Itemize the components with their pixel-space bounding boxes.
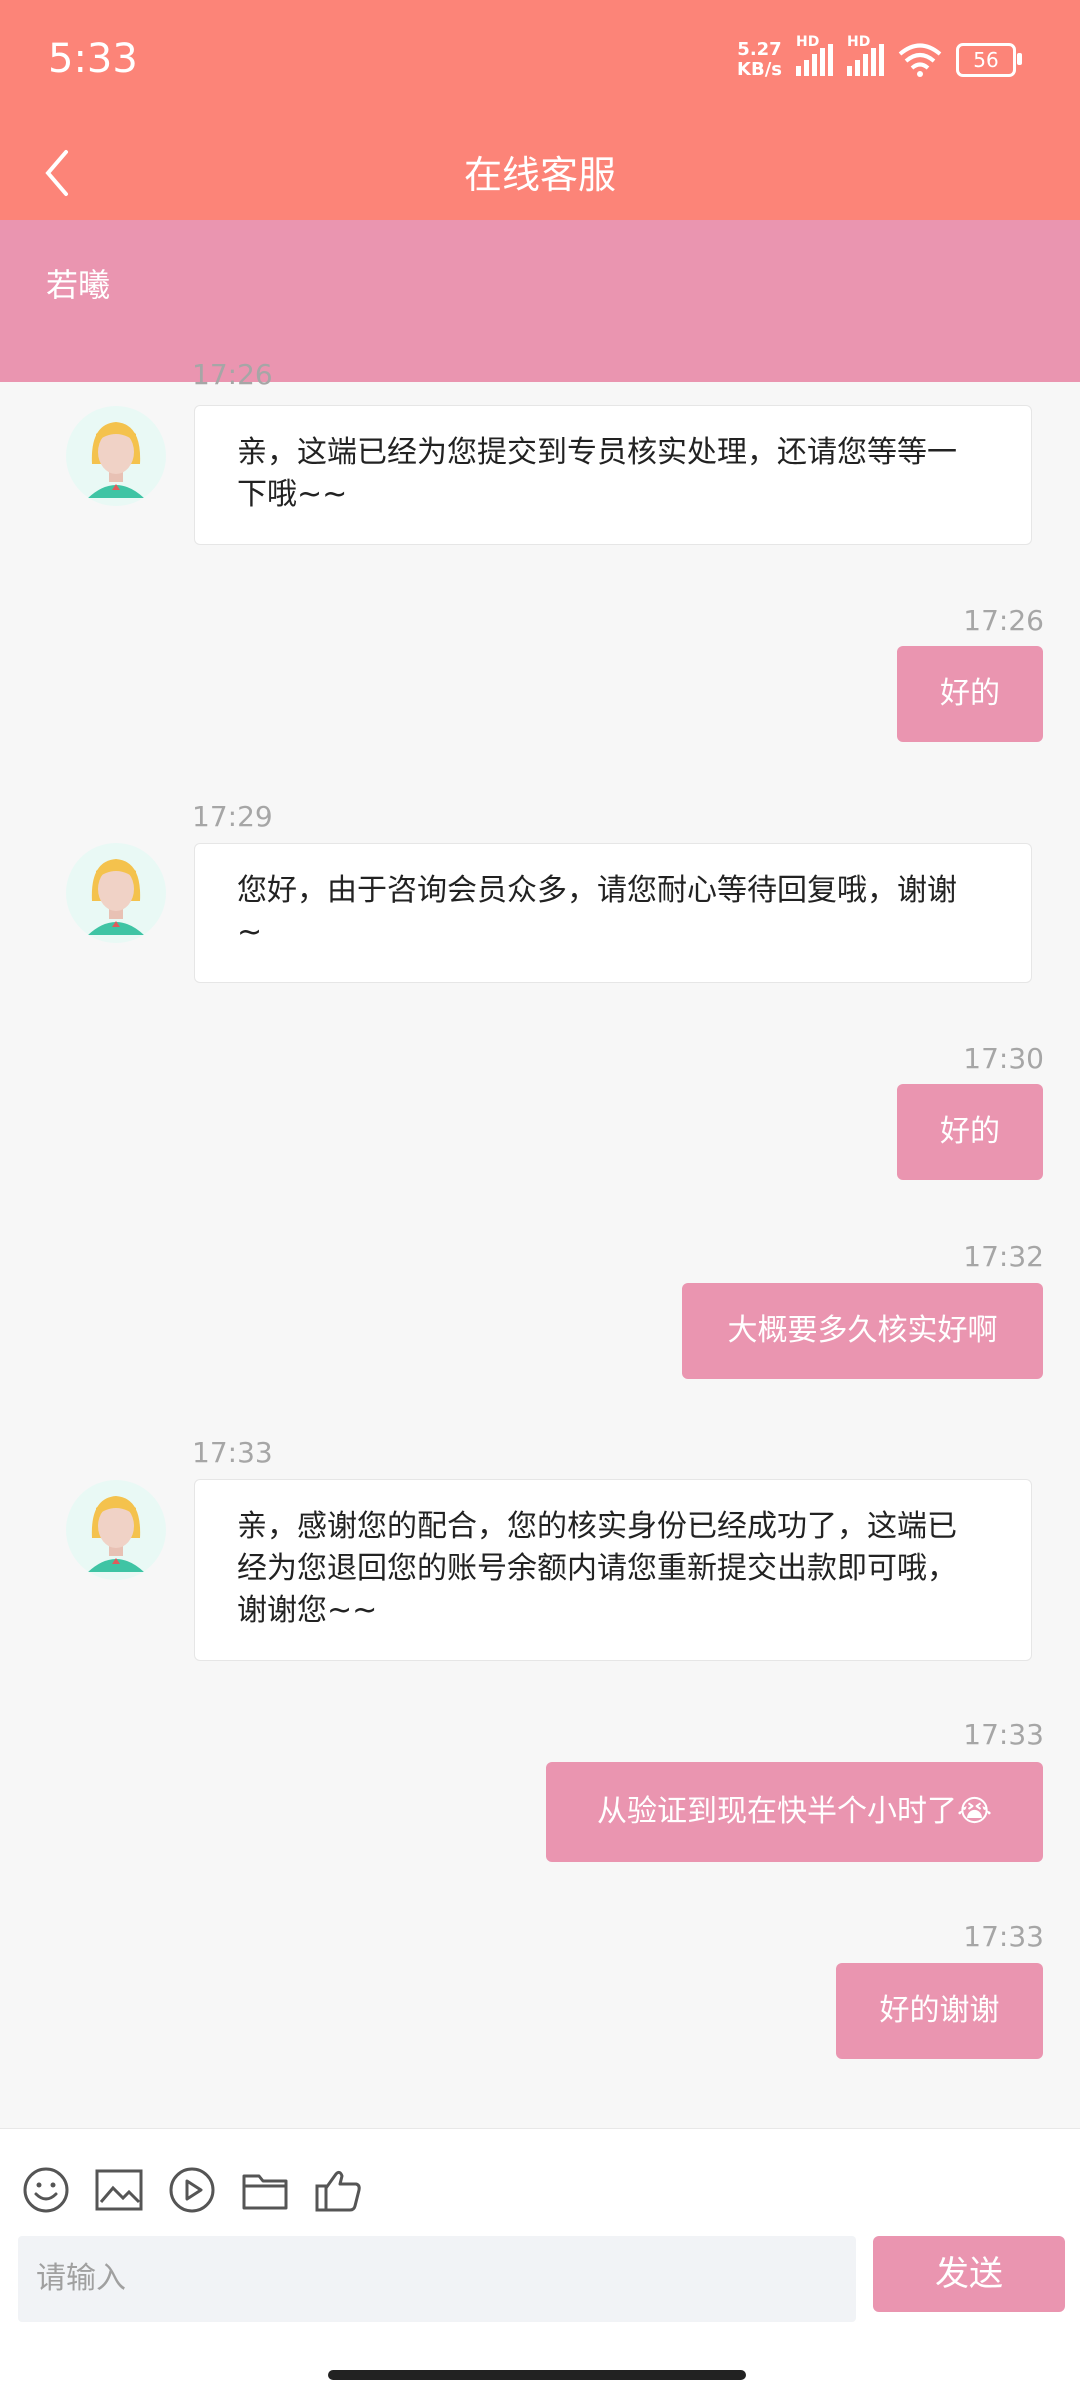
outgoing-message: 从验证到现在快半个小时了😭 bbox=[546, 1762, 1043, 1862]
message-time: 17:30 bbox=[963, 1042, 1044, 1075]
incoming-message: 亲，这端已经为您提交到专员核实处理，还请您等等一 下哦~~ bbox=[194, 405, 1032, 545]
message-time: 17:26 bbox=[192, 358, 273, 391]
status-icons: 5.27 KB/s HD HD 56 bbox=[737, 34, 1022, 80]
status-time: 5:33 bbox=[48, 36, 138, 82]
status-bar: 5:33 5.27 KB/s HD HD 56 bbox=[0, 0, 1080, 128]
battery-icon: 56 bbox=[956, 43, 1022, 77]
folder-icon[interactable] bbox=[239, 2164, 291, 2216]
outgoing-message: 大概要多久核实好啊 bbox=[682, 1283, 1043, 1379]
agent-avatar bbox=[66, 406, 166, 506]
signal-icon-2: HD bbox=[847, 34, 884, 76]
message-line: 亲，这端已经为您提交到专员核实处理，还请您等等一 bbox=[237, 435, 957, 470]
outgoing-message: 好的 bbox=[897, 1084, 1043, 1180]
message-time: 17:33 bbox=[192, 1436, 273, 1469]
message-line: 您好，由于咨询会员众多，请您耐心等待回复哦，谢谢 bbox=[237, 873, 957, 908]
wifi-icon bbox=[898, 43, 942, 77]
message-time: 17:29 bbox=[192, 800, 273, 833]
message-time: 17:33 bbox=[963, 1718, 1044, 1751]
avatar-icon bbox=[88, 859, 144, 935]
video-icon[interactable] bbox=[166, 2164, 218, 2216]
message-time: 17:32 bbox=[963, 1240, 1044, 1273]
app-bar: 在线客服 bbox=[0, 128, 1080, 220]
incoming-message: 亲，感谢您的配合，您的核实身份已经成功了，这端已 经为您退回您的账号余额内请您重… bbox=[194, 1479, 1032, 1661]
agent-avatar bbox=[66, 843, 166, 943]
message-line: 谢谢您~~ bbox=[237, 1593, 378, 1628]
hd-label: HD bbox=[796, 34, 820, 50]
hd-label: HD bbox=[847, 34, 871, 50]
avatar-icon bbox=[88, 422, 144, 498]
message-line: ~ bbox=[237, 915, 263, 950]
page-title: 在线客服 bbox=[463, 153, 616, 197]
message-input[interactable]: 请输入 bbox=[18, 2236, 856, 2322]
agent-avatar bbox=[66, 1480, 166, 1580]
message-line: 下哦~~ bbox=[237, 477, 348, 512]
signal-icon-1: HD bbox=[796, 34, 833, 76]
net-speed-value: 5.27 bbox=[737, 39, 782, 60]
incoming-message: 您好，由于咨询会员众多，请您耐心等待回复哦，谢谢 ~ bbox=[194, 843, 1032, 983]
send-button[interactable]: 发送 bbox=[873, 2236, 1065, 2312]
image-icon[interactable] bbox=[93, 2164, 145, 2216]
smile-icon[interactable] bbox=[20, 2164, 72, 2216]
thumbs-up-icon[interactable] bbox=[312, 2164, 364, 2216]
net-speed-unit: KB/s bbox=[737, 59, 782, 80]
message-line: 亲，感谢您的配合，您的核实身份已经成功了，这端已 bbox=[237, 1509, 957, 1544]
message-time: 17:26 bbox=[963, 604, 1044, 637]
avatar-icon bbox=[88, 1496, 144, 1572]
outgoing-message: 好的 bbox=[897, 646, 1043, 742]
home-indicator[interactable] bbox=[328, 2370, 746, 2380]
agent-name: 若曦 bbox=[46, 266, 111, 304]
message-line: 经为您退回您的账号余额内请您重新提交出款即可哦， bbox=[237, 1551, 957, 1586]
net-speed: 5.27 KB/s bbox=[737, 40, 782, 80]
outgoing-message: 好的谢谢 bbox=[836, 1963, 1043, 2059]
agent-header: 若曦 bbox=[0, 220, 1080, 382]
message-time: 17:33 bbox=[963, 1920, 1044, 1953]
